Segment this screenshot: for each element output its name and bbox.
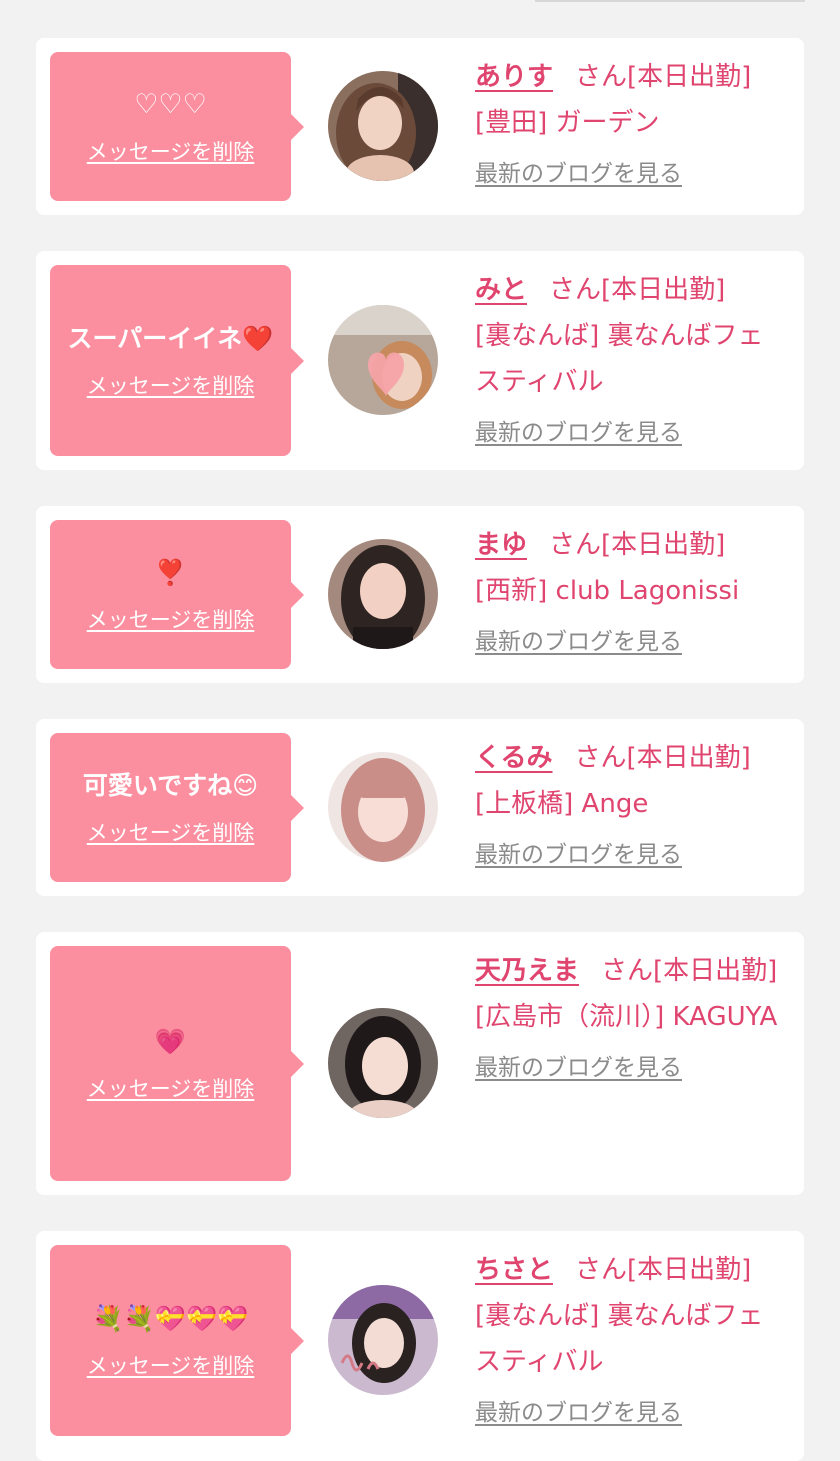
- latest-blog-link[interactable]: 最新のブログを見る: [475, 835, 682, 869]
- name-link[interactable]: 天乃えま: [475, 956, 579, 986]
- top-divider: [535, 0, 805, 2]
- avatar[interactable]: [328, 752, 438, 862]
- avatar[interactable]: [328, 305, 438, 415]
- delete-message-link[interactable]: メッセージを削除: [87, 136, 255, 166]
- like-card-1: ♡♡♡ メッセージを削除 ありす さん[本日出勤] [豊田] ガーデン 最新のブロ…: [36, 38, 804, 215]
- shop-text: [裏なんば] 裏なんばフェスティバル: [475, 1301, 764, 1377]
- delete-message-link[interactable]: メッセージを削除: [87, 604, 255, 634]
- shop-text: [上板橋] Ange: [475, 789, 649, 819]
- like-card-5: 💗 メッセージを削除 天乃えま さん[本日出勤] [広島市（流川）] KAGUYA…: [36, 932, 804, 1195]
- info-block: みと さん[本日出勤] [裏なんば] 裏なんばフェスティバル 最新のブログを見る: [475, 267, 785, 447]
- avatar[interactable]: [328, 539, 438, 649]
- message-bubble: スーパーイイネ❤️ メッセージを削除: [50, 265, 304, 456]
- delete-message-link[interactable]: メッセージを削除: [87, 817, 255, 847]
- latest-blog-link[interactable]: 最新のブログを見る: [475, 413, 682, 447]
- message-text: ♡♡♡: [134, 88, 207, 120]
- status-text: さん[本日出勤]: [549, 275, 726, 305]
- name-link[interactable]: みと: [475, 275, 527, 305]
- shop-text: [裏なんば] 裏なんばフェスティバル: [475, 321, 764, 397]
- like-card-6: 💐💐💝💝💝 メッセージを削除 ちさと さん[本日出勤] [裏なんば] 裏なんばフェ…: [36, 1231, 804, 1461]
- message-text: 💐💐💝💝💝: [92, 1303, 249, 1333]
- info-block: まゆ さん[本日出勤] [西新] club Lagonissi 最新のブログを見る: [475, 522, 785, 656]
- delete-message-link[interactable]: メッセージを削除: [87, 1073, 255, 1103]
- like-card-4: 可愛いですね😊 メッセージを削除 くるみ さん[本日出勤] [上板橋] Ange …: [36, 719, 804, 896]
- name-link[interactable]: ちさと: [475, 1255, 553, 1285]
- info-block: ちさと さん[本日出勤] [裏なんば] 裏なんばフェスティバル 最新のブログを見る: [475, 1247, 785, 1427]
- message-bubble: ❣️ メッセージを削除: [50, 520, 304, 669]
- delete-message-link[interactable]: メッセージを削除: [87, 370, 255, 400]
- message-text: 可愛いですね😊: [82, 770, 259, 800]
- info-block: 天乃えま さん[本日出勤] [広島市（流川）] KAGUYA 最新のブログを見る: [475, 948, 785, 1082]
- message-bubble: ♡♡♡ メッセージを削除: [50, 52, 304, 201]
- avatar[interactable]: [328, 71, 438, 181]
- shop-text: [西新] club Lagonissi: [475, 576, 740, 606]
- message-text: 💗: [154, 1026, 187, 1056]
- status-text: さん[本日出勤]: [575, 62, 752, 92]
- status-text: さん[本日出勤]: [574, 743, 751, 773]
- status-text: さん[本日出勤]: [549, 530, 726, 560]
- name-link[interactable]: ありす: [475, 62, 553, 92]
- like-card-2: スーパーイイネ❤️ メッセージを削除 みと さん[本日出勤] [裏なんば] 裏なん…: [36, 251, 804, 470]
- avatar[interactable]: [328, 1285, 438, 1395]
- shop-text: [広島市（流川）] KAGUYA: [475, 1002, 778, 1032]
- status-text: さん[本日出勤]: [575, 1255, 752, 1285]
- like-card-3: ❣️ メッセージを削除 まゆ さん[本日出勤] [西新] club Lagonis…: [36, 506, 804, 683]
- message-bubble: 可愛いですね😊 メッセージを削除: [50, 733, 304, 882]
- latest-blog-link[interactable]: 最新のブログを見る: [475, 622, 682, 656]
- shop-text: [豊田] ガーデン: [475, 108, 660, 138]
- message-bubble: 💐💐💝💝💝 メッセージを削除: [50, 1245, 304, 1436]
- message-text: ❣️: [154, 557, 187, 587]
- delete-message-link[interactable]: メッセージを削除: [87, 1350, 255, 1380]
- message-bubble: 💗 メッセージを削除: [50, 946, 304, 1181]
- latest-blog-link[interactable]: 最新のブログを見る: [475, 1393, 682, 1427]
- latest-blog-link[interactable]: 最新のブログを見る: [475, 1048, 682, 1082]
- status-text: さん[本日出勤]: [601, 956, 778, 986]
- avatar[interactable]: [328, 1008, 438, 1118]
- info-block: くるみ さん[本日出勤] [上板橋] Ange 最新のブログを見る: [475, 735, 785, 869]
- name-link[interactable]: くるみ: [475, 743, 552, 773]
- message-text: スーパーイイネ❤️: [67, 323, 274, 353]
- name-link[interactable]: まゆ: [475, 530, 527, 560]
- info-block: ありす さん[本日出勤] [豊田] ガーデン 最新のブログを見る: [475, 54, 785, 188]
- latest-blog-link[interactable]: 最新のブログを見る: [475, 154, 682, 188]
